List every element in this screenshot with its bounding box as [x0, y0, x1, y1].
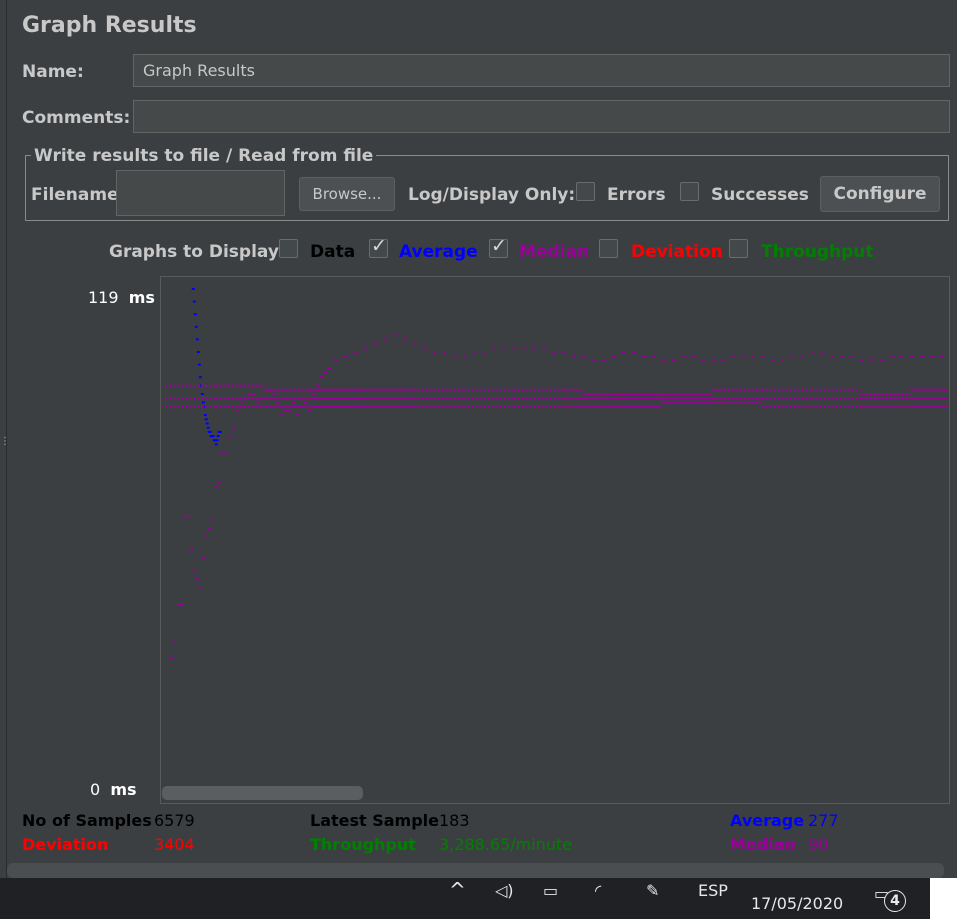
average-checkbox[interactable]: ✓: [369, 235, 388, 258]
desktop-peek[interactable]: [930, 878, 957, 919]
throughput-option-label: Throughput: [761, 242, 874, 262]
browse-button[interactable]: Browse...: [299, 177, 395, 211]
deviation-stat-value: 3404: [154, 835, 195, 854]
language-indicator[interactable]: ESP: [698, 881, 728, 900]
y-min-label: 0 ms: [90, 780, 137, 799]
splitter-grip-icon[interactable]: ⋮: [0, 437, 10, 447]
data-option-label: Data: [310, 242, 356, 262]
clock-date[interactable]: 17/05/2020: [751, 894, 843, 913]
speaker-icon[interactable]: ◁): [495, 881, 514, 900]
successes-checkbox[interactable]: [680, 182, 699, 201]
deviation-option-label: Deviation: [631, 242, 723, 262]
median-checkbox[interactable]: ✓: [489, 235, 508, 258]
filename-label: Filename: [31, 185, 119, 205]
latest-sample-label: Latest Sample: [310, 811, 440, 830]
throughput-stat-label: Throughput: [310, 835, 416, 854]
notification-badge[interactable]: 4: [884, 890, 906, 912]
latest-sample-value: 183: [439, 811, 470, 830]
median-option-label: Median: [519, 242, 590, 262]
throughput-checkbox[interactable]: [729, 239, 748, 258]
median-stat-value: 90: [808, 835, 829, 854]
average-stat-label: Average: [730, 811, 805, 830]
checkmark-icon: ✓: [491, 235, 507, 257]
comments-label: Comments:: [22, 108, 131, 128]
side-splitter[interactable]: ⋮: [0, 0, 10, 878]
errors-label: Errors: [607, 185, 666, 205]
median-stat-label: Median: [730, 835, 796, 854]
chevron-up-icon[interactable]: ^: [449, 878, 466, 902]
graphs-to-display-label: Graphs to Display: [109, 242, 279, 262]
name-field[interactable]: Graph Results: [133, 54, 950, 87]
comments-field[interactable]: [133, 100, 950, 133]
name-label: Name:: [22, 62, 84, 82]
errors-checkbox[interactable]: [576, 182, 595, 201]
throughput-stat-value: 3,288.65/minute: [439, 835, 573, 854]
samples-label: No of Samples: [22, 811, 152, 830]
deviation-checkbox[interactable]: [599, 239, 618, 258]
windows-taskbar: ^ ◁) ▭ ◜ ✎ ESP 17/05/2020 ▭ 4: [0, 878, 957, 919]
average-option-label: Average: [399, 242, 478, 262]
data-checkbox[interactable]: [279, 239, 298, 258]
checkmark-icon: ✓: [371, 235, 387, 257]
battery-icon[interactable]: ▭: [543, 881, 558, 900]
graph-area: [160, 276, 950, 804]
deviation-stat-label: Deviation: [22, 835, 109, 854]
page-title: Graph Results: [22, 13, 197, 38]
y-max-label: 119 ms: [88, 288, 155, 307]
graph-plot: [165, 288, 948, 660]
successes-label: Successes: [711, 185, 809, 205]
pen-icon[interactable]: ✎: [646, 881, 659, 900]
samples-value: 6579: [154, 811, 195, 830]
wifi-icon[interactable]: ◜: [595, 881, 601, 900]
file-section-legend: Write results to file / Read from file: [31, 146, 377, 166]
configure-button[interactable]: Configure: [820, 176, 940, 212]
log-display-label: Log/Display Only:: [408, 185, 576, 205]
average-stat-value: 277: [808, 811, 839, 830]
graph-results-window: ⋮ Graph Results Name: Graph Results Comm…: [0, 0, 957, 919]
graph-horizontal-scrollbar[interactable]: [162, 786, 363, 800]
filename-field[interactable]: [116, 170, 285, 216]
panel-horizontal-scrollbar[interactable]: [7, 863, 944, 878]
